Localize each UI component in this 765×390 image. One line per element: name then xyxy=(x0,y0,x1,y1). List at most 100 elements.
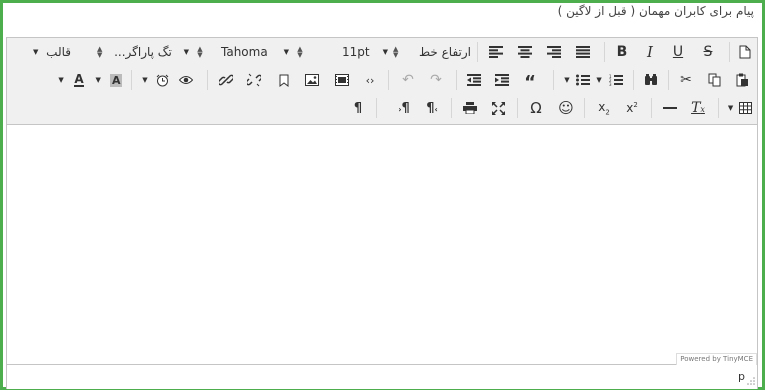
print-button[interactable] xyxy=(459,96,481,120)
emoticons-button[interactable]: ☺ xyxy=(555,96,577,120)
align-left-button[interactable] xyxy=(485,40,507,64)
spinner-icon: ▲ ▼ xyxy=(197,45,203,59)
blockquote-button[interactable]: “ xyxy=(519,68,541,92)
insert-media-button[interactable] xyxy=(331,68,353,92)
indent-icon xyxy=(495,74,509,86)
special-character-button[interactable]: Ω xyxy=(525,96,547,120)
chevron-down-icon: ▼ xyxy=(33,48,39,56)
font-size-spinner[interactable]: ▲ ▼ xyxy=(293,40,307,64)
ltr-direction-button[interactable]: ›¶ xyxy=(393,96,415,120)
align-center-button[interactable] xyxy=(514,40,536,64)
editor-content-area[interactable] xyxy=(7,125,757,363)
paragraph-tag-dropdown[interactable]: ▲ ▼ تگ پاراگر... ▼ xyxy=(95,40,191,64)
anchor-button[interactable] xyxy=(273,68,295,92)
insert-datetime-button[interactable] xyxy=(151,68,173,92)
chevron-down-icon: ▼ xyxy=(727,104,734,112)
copy-icon xyxy=(708,73,721,87)
chevron-down-icon: ▼ xyxy=(382,48,388,56)
fullscreen-icon xyxy=(491,101,505,115)
redo-icon: ↷ xyxy=(430,72,442,88)
find-replace-button[interactable] xyxy=(640,68,662,92)
new-document-button[interactable] xyxy=(735,40,755,64)
source-code-button[interactable]: ‹› xyxy=(359,68,381,92)
toolbar-row-1: S U I B ▲ ▼ ارتفاع خط 11pt ▼ ▲ ▼ Tahoma … xyxy=(7,38,757,66)
insert-link-button[interactable] xyxy=(215,68,237,92)
subscript-icon: x2 xyxy=(598,99,610,117)
superscript-icon: x2 xyxy=(626,101,638,115)
clear-formatting-icon: Tx xyxy=(691,100,705,116)
chevron-down-icon: ▼ xyxy=(183,48,189,56)
powered-by-label[interactable]: Powered by TinyMCE xyxy=(676,353,757,365)
cut-button[interactable]: ✂ xyxy=(675,68,697,92)
table-icon xyxy=(739,102,753,114)
copy-button[interactable] xyxy=(703,68,725,92)
link-icon xyxy=(219,73,233,87)
format-dropdown[interactable]: ▼ قالب xyxy=(31,40,73,64)
toolbar-row-3: ▼ Tx x2 x2 ☺ Ω ¶‹ ›¶ ¶ xyxy=(7,94,757,122)
redo-button[interactable]: ↷ xyxy=(425,68,447,92)
text-color-button[interactable]: ▼ A xyxy=(53,68,89,92)
align-right-button[interactable] xyxy=(543,40,565,64)
undo-icon: ↶ xyxy=(402,72,414,88)
line-height-label: ارتفاع خط xyxy=(419,45,471,59)
chevron-down-icon: ▼ xyxy=(596,76,602,84)
italic-button[interactable]: I xyxy=(639,40,661,64)
insert-image-button[interactable] xyxy=(301,68,323,92)
line-height-spinner-icon: ▲ ▼ xyxy=(393,45,399,59)
align-justify-button[interactable] xyxy=(572,40,594,64)
table-button[interactable]: ▼ xyxy=(725,96,755,120)
bullet-list-button[interactable]: ▼ ▼ xyxy=(561,68,605,92)
strikethrough-button[interactable]: S xyxy=(697,40,719,64)
subscript-button[interactable]: x2 xyxy=(593,96,615,120)
film-icon xyxy=(335,74,349,86)
omega-icon: Ω xyxy=(530,99,542,117)
preview-button[interactable] xyxy=(175,68,197,92)
binoculars-icon xyxy=(644,74,658,86)
numbered-list-button[interactable]: 123 xyxy=(605,68,627,92)
align-left-icon xyxy=(489,46,503,58)
outdent-button[interactable] xyxy=(463,68,485,92)
new-document-icon xyxy=(739,45,751,59)
editor-statusbar: Powered by TinyMCE p xyxy=(7,353,757,389)
align-right-icon xyxy=(547,46,561,58)
rtl-direction-button[interactable]: ¶‹ xyxy=(421,96,443,120)
superscript-button[interactable]: x2 xyxy=(621,96,643,120)
printer-icon xyxy=(463,102,477,114)
spinner-icon: ▲ ▼ xyxy=(297,45,303,59)
chevron-down-icon: ▼ xyxy=(564,76,570,84)
paragraph-tag-label: تگ پاراگر... xyxy=(114,45,172,59)
clear-formatting-button[interactable]: Tx xyxy=(687,96,709,120)
field-caption: پیام برای کابران مهمان ( قبل از لاگین ) xyxy=(557,4,754,18)
text-color-icon: A xyxy=(74,72,84,87)
toolbar-row-2: ✂ 123 ▼ ▼ “ ↷ ↶ ‹› ▼ ▼ A ▼ A xyxy=(7,66,757,94)
font-family-spinner[interactable]: ▲ ▼ xyxy=(193,40,207,64)
underline-icon: U xyxy=(672,44,684,60)
form-field-frame: پیام برای کابران مهمان ( قبل از لاگین ) … xyxy=(0,0,765,390)
show-blocks-button[interactable]: ¶ xyxy=(347,96,369,120)
unlink-icon xyxy=(247,73,261,87)
font-family-dropdown[interactable]: Tahoma ▼ xyxy=(219,40,291,64)
line-height-dropdown[interactable]: ▲ ▼ ارتفاع خط xyxy=(391,40,473,64)
paste-button[interactable] xyxy=(731,68,753,92)
quote-icon: “ xyxy=(524,72,536,93)
datetime-dropdown-toggle[interactable]: ▼ xyxy=(139,68,151,92)
paste-icon xyxy=(736,73,749,87)
underline-button[interactable]: U xyxy=(667,40,689,64)
numbered-list-icon: 123 xyxy=(609,74,623,86)
align-justify-icon xyxy=(576,46,590,58)
chevron-down-icon: ▼ xyxy=(283,48,289,56)
indent-button[interactable] xyxy=(491,68,513,92)
fullscreen-button[interactable] xyxy=(487,96,509,120)
element-path[interactable]: p xyxy=(738,370,745,383)
svg-text:3: 3 xyxy=(609,82,612,86)
unlink-button[interactable] xyxy=(243,68,265,92)
chevron-down-icon: ▼ xyxy=(95,76,101,84)
resize-handle-icon[interactable] xyxy=(747,377,755,385)
undo-button[interactable]: ↶ xyxy=(397,68,419,92)
strikethrough-icon: S xyxy=(703,44,713,60)
bold-button[interactable]: B xyxy=(611,40,633,64)
horizontal-rule-button[interactable] xyxy=(659,96,681,120)
background-color-button[interactable]: ▼ A xyxy=(91,68,127,92)
font-size-dropdown[interactable]: 11pt ▼ xyxy=(340,40,390,64)
rich-text-editor: S U I B ▲ ▼ ارتفاع خط 11pt ▼ ▲ ▼ Tahoma … xyxy=(6,37,758,389)
